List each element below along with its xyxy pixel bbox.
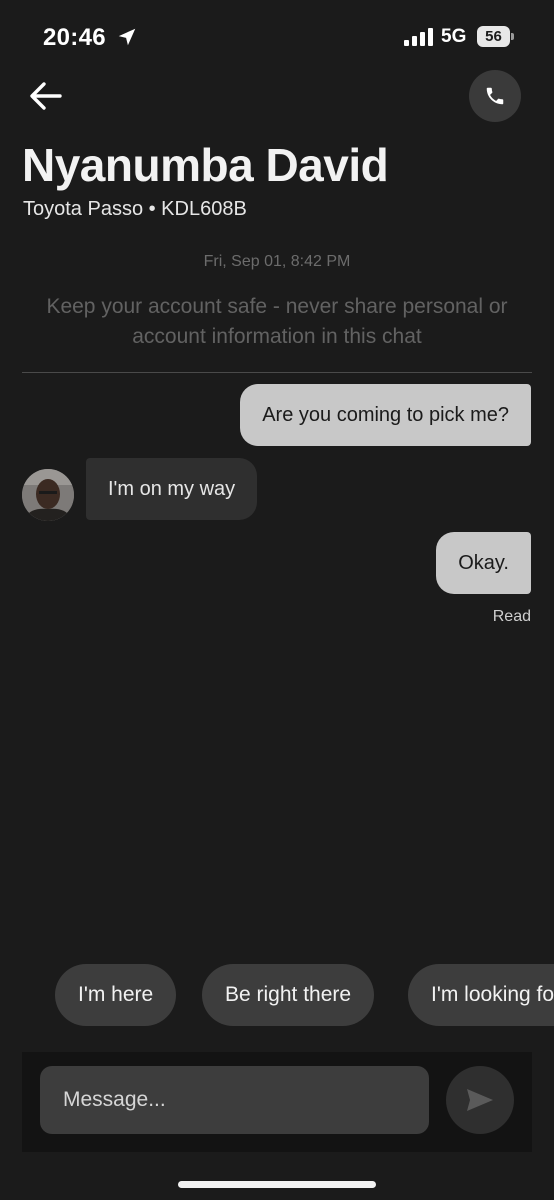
message-composer xyxy=(22,1052,532,1152)
contact-name: Nyanumba David xyxy=(22,139,389,191)
chat-screen: 20:46 5G 56 Nyanumba David Toyota Passo … xyxy=(0,0,554,1200)
chat-timestamp: Fri, Sep 01, 8:42 PM xyxy=(203,253,351,270)
quick-reply-be-right-there[interactable]: Be right there xyxy=(202,964,375,1026)
arrow-left-icon xyxy=(30,82,62,110)
location-arrow-icon xyxy=(118,28,136,46)
send-icon xyxy=(467,1089,493,1111)
vehicle-info: Toyota Passo • KDL608B xyxy=(23,198,247,220)
back-button[interactable] xyxy=(22,74,70,118)
battery-level: 56 xyxy=(485,28,502,45)
outgoing-message[interactable]: Okay. xyxy=(436,532,531,594)
status-time: 20:46 xyxy=(43,24,106,51)
safety-notice: Keep your account safe - never share per… xyxy=(46,295,508,348)
status-bar: 20:46 5G 56 xyxy=(0,0,554,72)
incoming-message[interactable]: I'm on my way xyxy=(86,458,258,520)
driver-avatar xyxy=(22,469,74,521)
battery-icon: 56 xyxy=(477,26,515,47)
network-label: 5G xyxy=(441,26,467,47)
outgoing-message[interactable]: Are you coming to pick me? xyxy=(240,384,531,446)
signal-icon xyxy=(404,28,433,46)
quick-replies: I'm here Be right there I'm looking for … xyxy=(0,964,554,1026)
quick-reply-im-here[interactable]: I'm here xyxy=(55,964,177,1026)
divider xyxy=(22,372,532,373)
home-indicator xyxy=(178,1181,376,1188)
phone-icon xyxy=(486,87,504,105)
message-input[interactable] xyxy=(40,1066,429,1134)
read-receipt: Read xyxy=(492,608,531,625)
call-button[interactable] xyxy=(469,70,521,122)
quick-reply-im-looking-for-you[interactable]: I'm looking for you xyxy=(408,964,554,1026)
send-button[interactable] xyxy=(446,1066,514,1134)
